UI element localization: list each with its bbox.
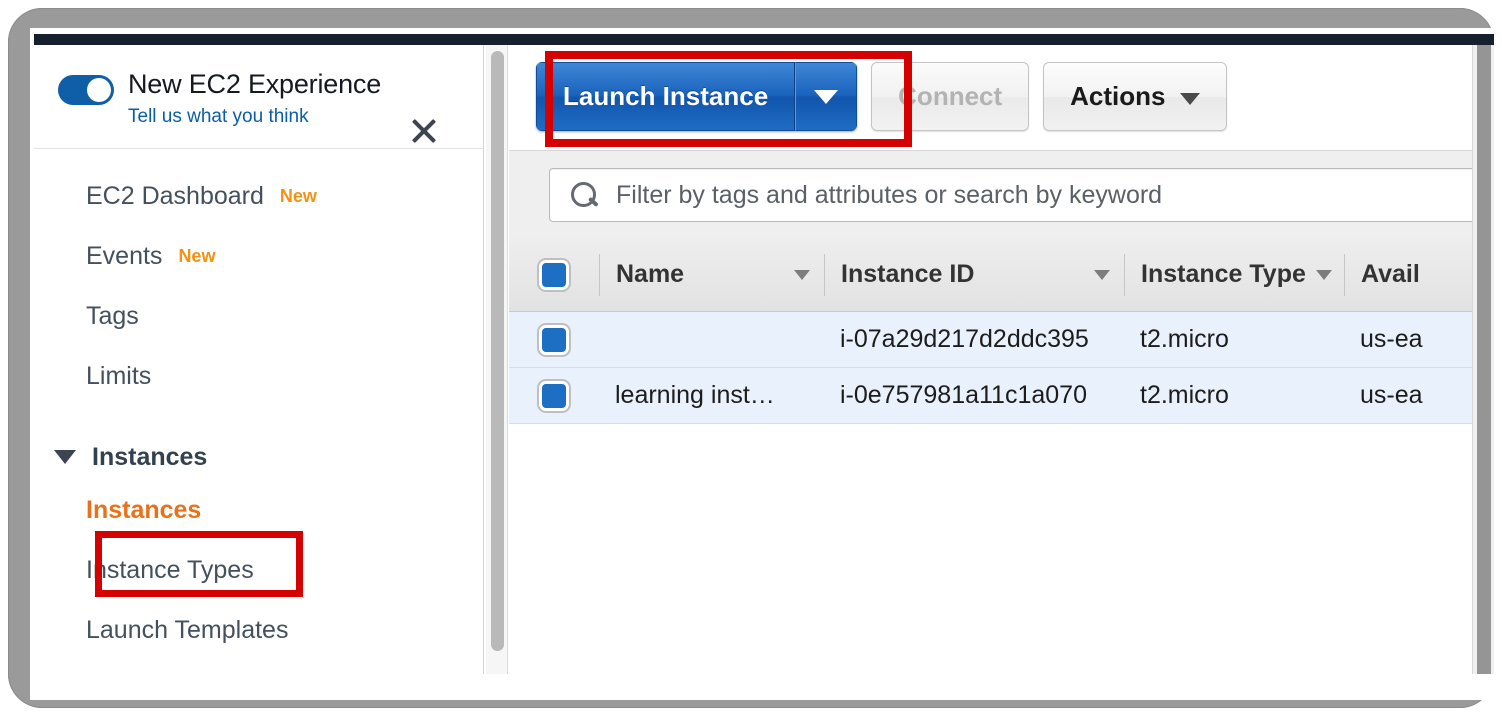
sidebar-item-instances[interactable]: Instances	[34, 480, 483, 540]
screenshot-root: New EC2 Experience Tell us what you thin…	[0, 0, 1502, 716]
row-checkbox[interactable]	[539, 380, 569, 411]
sidebar-scrollbar[interactable]	[486, 45, 508, 674]
connect-button-label: Connect	[898, 81, 1003, 111]
cell-instance-id: i-07a29d217d2ddc395	[840, 325, 1089, 353]
launch-instance-button[interactable]: Launch Instance	[536, 62, 796, 131]
new-experience-banner: New EC2 Experience Tell us what you thin…	[34, 45, 483, 149]
instances-table: Name Instance ID Instance Type Avail i-0…	[509, 238, 1494, 424]
main-scrollbar-thumb[interactable]	[1477, 45, 1491, 674]
sidebar-group-instances[interactable]: Instances	[34, 434, 483, 480]
search-icon	[570, 181, 598, 209]
column-header-label: Instance ID	[841, 260, 975, 288]
sidebar-item-ec2-dashboard[interactable]: EC2 Dashboard New	[34, 166, 483, 226]
row-checkbox[interactable]	[539, 324, 569, 355]
column-header-label: Instance Type	[1141, 260, 1306, 288]
chevron-down-icon	[1179, 92, 1200, 105]
column-header-instance-type[interactable]: Instance Type	[1124, 253, 1344, 296]
connect-button[interactable]: Connect	[871, 62, 1030, 131]
ec2-sidebar: New EC2 Experience Tell us what you thin…	[34, 45, 484, 674]
sidebar-scrollbar-thumb[interactable]	[491, 51, 504, 651]
new-badge: New	[279, 185, 317, 206]
table-row[interactable]: i-07a29d217d2ddc395 t2.micro us-ea	[509, 312, 1494, 368]
search-input[interactable]	[616, 180, 1494, 210]
toggle-knob	[87, 78, 111, 102]
sidebar-item-label: EC2 Dashboard	[86, 181, 264, 210]
launch-instance-dropdown-toggle[interactable]	[795, 62, 858, 131]
cell-name: learning inst…	[615, 381, 775, 409]
row-select-cell	[509, 324, 599, 355]
aws-console-topbar	[34, 34, 1494, 45]
sidebar-item-label: Limits	[86, 361, 152, 390]
sidebar-item-label: Instances	[86, 495, 202, 524]
sidebar-nav: EC2 Dashboard New Events New Tags Limits…	[34, 150, 483, 660]
cell-instance-id: i-0e757981a11c1a070	[840, 381, 1087, 409]
sidebar-item-label: Launch Templates	[86, 615, 289, 644]
column-header-label: Name	[616, 260, 685, 288]
caret-down-icon	[814, 89, 839, 104]
table-row[interactable]: learning inst… i-0e757981a11c1a070 t2.mi…	[509, 368, 1494, 424]
caret-down-icon	[1315, 269, 1332, 280]
column-header-label: Avail	[1361, 260, 1420, 288]
sidebar-group-label: Instances	[92, 442, 208, 471]
sidebar-item-label: Events	[86, 241, 163, 270]
instances-toolbar: Launch Instance Connect Actions	[509, 45, 1494, 150]
sidebar-item-limits[interactable]: Limits	[34, 346, 483, 406]
actions-button-label: Actions	[1070, 81, 1166, 111]
sidebar-item-events[interactable]: Events New	[34, 226, 483, 286]
filter-search-box[interactable]	[549, 168, 1494, 222]
feedback-link[interactable]: Tell us what you think	[128, 106, 309, 128]
close-icon[interactable]	[404, 111, 444, 151]
launch-instance-split-button[interactable]: Launch Instance	[536, 62, 858, 131]
sidebar-item-label: Tags	[86, 301, 139, 330]
filter-bar-zone	[509, 150, 1494, 238]
sidebar-item-launch-templates[interactable]: Launch Templates	[34, 600, 483, 660]
table-header-row: Name Instance ID Instance Type Avail	[509, 238, 1494, 312]
new-experience-title: New EC2 Experience	[128, 69, 382, 99]
main-scrollbar[interactable]	[1472, 45, 1494, 674]
select-all-checkbox[interactable]	[539, 259, 569, 290]
console-viewport: New EC2 Experience Tell us what you thin…	[34, 45, 1494, 674]
caret-down-icon	[1094, 269, 1110, 280]
sidebar-item-label: Instance Types	[86, 555, 254, 584]
new-badge: New	[178, 245, 216, 266]
sidebar-item-tags[interactable]: Tags	[34, 286, 483, 346]
new-experience-toggle[interactable]	[58, 75, 114, 105]
cell-instance-type: t2.micro	[1140, 325, 1229, 353]
sidebar-item-instance-types[interactable]: Instance Types	[34, 540, 483, 600]
instances-main-panel: Launch Instance Connect Actions Filter b…	[509, 45, 1494, 674]
caret-down-icon	[54, 450, 76, 464]
row-select-cell	[509, 380, 599, 411]
column-header-name[interactable]: Name	[599, 253, 824, 296]
column-header-instance-id[interactable]: Instance ID	[824, 253, 1124, 296]
cell-instance-type: t2.micro	[1140, 381, 1229, 409]
actions-button[interactable]: Actions	[1043, 62, 1227, 131]
select-all-cell	[509, 259, 599, 290]
caret-down-icon	[794, 269, 810, 280]
